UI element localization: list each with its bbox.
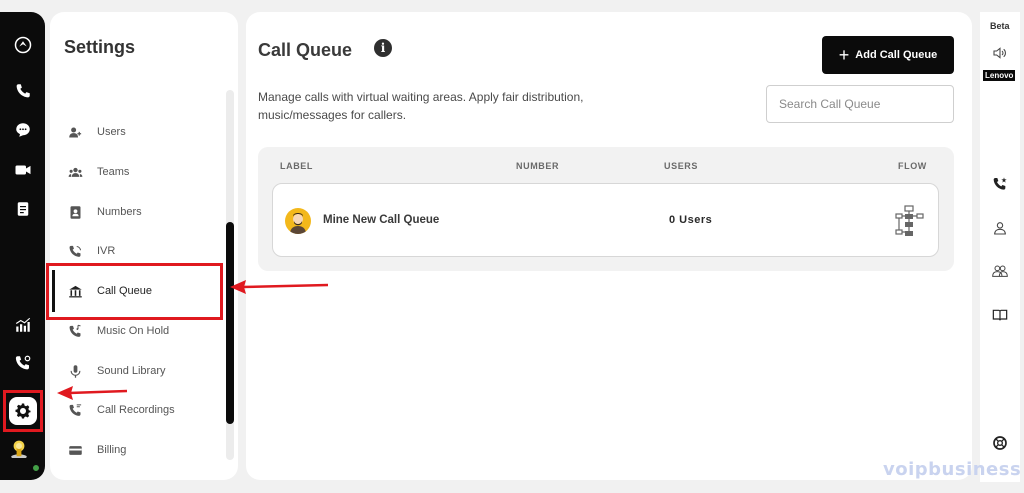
- group-icon[interactable]: [990, 261, 1010, 281]
- help-lifebuoy-icon[interactable]: [990, 433, 1010, 453]
- queue-users: 0 Users: [669, 214, 713, 226]
- notes-icon[interactable]: [12, 198, 34, 220]
- contact-icon[interactable]: [990, 218, 1010, 238]
- sidebar-item-music-on-hold[interactable]: Music On Hold: [66, 317, 216, 345]
- sidebar-item-label: Numbers: [97, 206, 142, 218]
- online-status-icon: [31, 463, 41, 473]
- watermark: voipbusiness: [883, 459, 1022, 480]
- sidebar-item-label: Call Recordings: [97, 404, 175, 416]
- sidebar-item-numbers[interactable]: Numbers: [66, 198, 216, 226]
- table-row[interactable]: Mine New Call Queue 0 Users: [272, 183, 939, 257]
- settings-sidebar: Settings Users Teams Numbers IVR Call Qu…: [50, 12, 238, 480]
- phone-favorite-icon[interactable]: [990, 174, 1010, 194]
- call-queue-highlight: [46, 263, 223, 320]
- settings-gear-icon[interactable]: [9, 397, 37, 425]
- sidebar-item-label: Billing: [97, 444, 127, 456]
- sidebar-item-users[interactable]: Users: [66, 118, 216, 146]
- microphone-icon: [66, 362, 84, 380]
- call-queue-table: LABEL NUMBER USERS FLOW Mine New Call Qu…: [258, 147, 954, 271]
- sidebar-item-teams[interactable]: Teams: [66, 158, 216, 186]
- annotation-arrow-call-queue: [230, 280, 329, 294]
- queue-avatar: [285, 208, 311, 234]
- sidebar-item-sound-library[interactable]: Sound Library: [66, 357, 216, 385]
- search-input[interactable]: [766, 85, 954, 123]
- book-icon[interactable]: [990, 305, 1010, 325]
- app-logo-icon[interactable]: [12, 34, 34, 56]
- plus-icon: +: [838, 45, 850, 65]
- phone-settings-icon[interactable]: [12, 352, 34, 374]
- queue-label[interactable]: Mine New Call Queue: [323, 214, 439, 226]
- right-rail: [980, 12, 1020, 482]
- add-call-queue-button[interactable]: + Add Call Queue: [822, 36, 954, 74]
- column-header-flow: FLOW: [898, 161, 927, 171]
- phone-icon[interactable]: [12, 80, 34, 102]
- music-on-hold-icon: [66, 322, 84, 340]
- page-description: Manage calls with virtual waiting areas.…: [258, 90, 584, 122]
- users-icon: [66, 123, 84, 141]
- teams-icon: [66, 163, 84, 181]
- sidebar-item-label: Music On Hold: [97, 325, 170, 337]
- annotation-arrow-settings: [57, 386, 128, 400]
- sidebar-item-ivr[interactable]: IVR: [66, 237, 216, 265]
- video-icon[interactable]: [12, 159, 34, 181]
- main-panel: Call Queue i Manage calls with virtual w…: [246, 12, 972, 480]
- analytics-icon[interactable]: [12, 314, 34, 336]
- settings-title: Settings: [64, 37, 136, 57]
- app-nav-rail: [0, 12, 45, 480]
- column-header-number: NUMBER: [516, 161, 560, 171]
- column-header-users: USERS: [664, 161, 699, 171]
- ivr-icon: [66, 242, 84, 260]
- column-header-label: LABEL: [280, 161, 313, 171]
- info-icon[interactable]: i: [374, 39, 392, 57]
- settings-highlight: [3, 390, 43, 432]
- billing-icon: [66, 441, 84, 459]
- sidebar-scrollbar-thumb[interactable]: [226, 222, 234, 424]
- page-title: Call Queue: [258, 40, 353, 60]
- call-recordings-icon: [66, 401, 84, 419]
- sidebar-item-label: Users: [97, 126, 126, 138]
- sidebar-item-label: IVR: [97, 245, 116, 257]
- beta-label: Beta: [990, 21, 1010, 31]
- flow-icon[interactable]: [893, 204, 925, 238]
- chat-icon[interactable]: [12, 119, 34, 141]
- sidebar-item-label: Sound Library: [97, 365, 166, 377]
- sidebar-item-billing[interactable]: Billing: [66, 436, 216, 464]
- device-label: Lenovo: [983, 70, 1016, 81]
- sidebar-item-label: Teams: [97, 166, 130, 178]
- add-call-queue-label: Add Call Queue: [855, 49, 938, 61]
- speaker-icon[interactable]: [990, 43, 1010, 63]
- numbers-icon: [66, 203, 84, 221]
